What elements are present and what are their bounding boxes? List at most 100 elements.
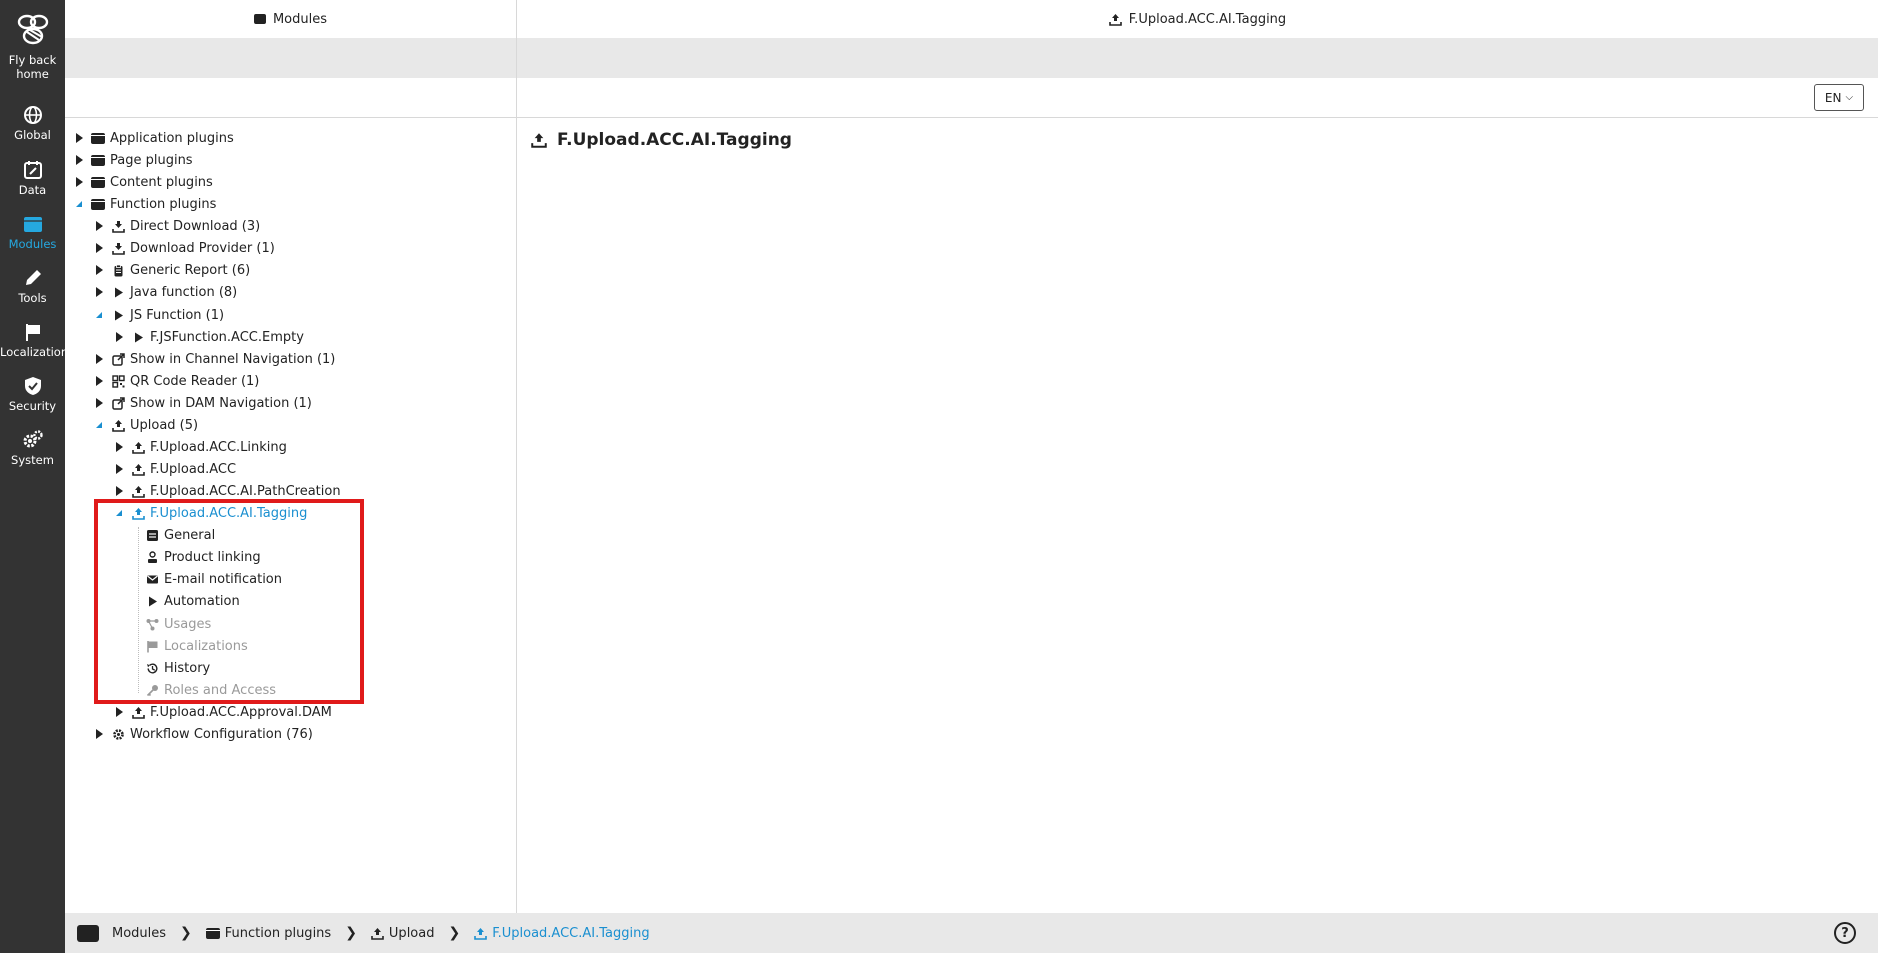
expand-toggle-icon[interactable] <box>93 242 105 254</box>
expand-toggle-icon[interactable] <box>93 375 105 387</box>
tree-node-label: Java function (8) <box>130 284 238 300</box>
expand-toggle-icon[interactable] <box>93 728 105 740</box>
expand-toggle-icon[interactable] <box>73 132 85 144</box>
expand-toggle-icon[interactable] <box>73 176 85 188</box>
form-icon <box>145 528 159 542</box>
tree-node[interactable]: Application plugins <box>73 128 234 148</box>
plugin-icon <box>91 175 105 189</box>
tree-node[interactable]: Function plugins <box>73 194 216 214</box>
rail-item-tools[interactable]: Tools <box>0 268 65 305</box>
rail-label-modules: Modules <box>8 237 57 251</box>
expand-toggle-icon[interactable] <box>113 441 125 453</box>
tree-node[interactable]: Java function (8) <box>93 282 237 302</box>
language-select[interactable]: EN ⌵ <box>1814 84 1864 111</box>
tree-node-label: F.Upload.ACC.Linking <box>150 439 287 455</box>
language-value: EN <box>1824 90 1842 105</box>
rail-label-tools: Tools <box>18 291 47 305</box>
tree-node-label: Generic Report (6) <box>130 262 251 278</box>
tree-node[interactable]: F.Upload.ACC.Linking <box>113 437 287 457</box>
expand-toggle-icon[interactable] <box>93 286 105 298</box>
modules-icon <box>253 14 266 24</box>
rail-item-modules[interactable]: Modules <box>0 214 65 251</box>
tree-node[interactable]: Localizations <box>145 636 248 656</box>
breadcrumb-label: Modules <box>112 925 167 941</box>
tree-node-label: F.Upload.ACC.AI.PathCreation <box>150 483 341 499</box>
tree-node[interactable]: Page plugins <box>73 150 193 170</box>
rail-item-global[interactable]: Global <box>0 105 65 142</box>
tree-node-label: F.Upload.ACC.AI.Tagging <box>150 505 308 521</box>
expand-toggle-icon[interactable] <box>93 264 105 276</box>
tree-node[interactable]: Show in Channel Navigation (1) <box>93 349 335 369</box>
breadcrumb-item[interactable]: Function plugins <box>205 926 331 941</box>
tree-node-label: Automation <box>164 593 240 609</box>
tree-node[interactable]: Automation <box>145 591 240 611</box>
collapse-toggle-icon[interactable] <box>93 419 105 431</box>
tree-node[interactable]: E-mail notification <box>145 569 282 589</box>
tree-node[interactable]: F.Upload.ACC.AI.Tagging <box>113 503 307 523</box>
tree-node[interactable]: History <box>145 658 210 678</box>
plugin-icon <box>205 927 220 939</box>
tree-node[interactable]: Download Provider (1) <box>93 238 275 258</box>
nav-rail: Fly back home Global Data Modules Tools <box>0 0 68 953</box>
tree-node[interactable]: QR Code Reader (1) <box>93 371 259 391</box>
tree-node[interactable]: F.Upload.ACC.Approval.DAM <box>113 702 332 722</box>
expand-toggle-icon[interactable] <box>113 706 125 718</box>
upload-icon <box>1108 13 1122 26</box>
tree-node[interactable]: Workflow Configuration (76) <box>93 724 313 744</box>
tree-node[interactable]: Roles and Access <box>145 680 276 700</box>
collapse-toggle-icon[interactable] <box>73 198 85 210</box>
help-button[interactable]: ? <box>1834 922 1856 944</box>
play-icon <box>111 308 125 322</box>
breadcrumb-label: F.Upload.ACC.AI.Tagging <box>492 925 650 941</box>
tree-node[interactable]: JS Function (1) <box>93 305 224 325</box>
tree-node-label: Application plugins <box>110 130 234 146</box>
tree-node[interactable]: Product linking <box>145 547 261 567</box>
tree-node-label: General <box>164 527 216 543</box>
tree-node[interactable]: F.JSFunction.ACC.Empty <box>113 327 304 347</box>
rail-item-localization[interactable]: Localization <box>0 322 68 359</box>
breadcrumb-item[interactable]: Upload <box>371 926 434 941</box>
detail-panel-header: F.Upload.ACC.AI.Tagging <box>517 0 1878 38</box>
expand-toggle-icon[interactable] <box>73 154 85 166</box>
breadcrumb-list: Modules ❯ Function plugins ❯ Upload ❯ F.Upload… <box>77 923 650 944</box>
detail-heading: F.Upload.ACC.AI.Tagging <box>531 130 792 150</box>
fly-back-home-button[interactable]: Fly back home <box>0 10 65 81</box>
expand-toggle-icon[interactable] <box>93 353 105 365</box>
tree-node[interactable]: General <box>145 525 215 545</box>
collapse-toggle-icon[interactable] <box>93 309 105 321</box>
tree-node[interactable]: Show in DAM Navigation (1) <box>93 393 312 413</box>
rail-item-data[interactable]: Data <box>0 160 65 197</box>
expand-toggle-icon[interactable] <box>93 397 105 409</box>
tree-node[interactable]: Usages <box>145 614 211 634</box>
gear-icon <box>111 727 125 741</box>
expand-toggle-icon[interactable] <box>113 463 125 475</box>
tree-node-label: JS Function (1) <box>130 307 225 323</box>
gears-icon <box>23 430 43 448</box>
modules-icon <box>23 217 42 232</box>
rail-label-data: Data <box>18 183 47 197</box>
plugin-icon <box>91 197 105 211</box>
help-label: ? <box>1841 925 1849 941</box>
flag-icon <box>145 639 159 653</box>
clipboard-icon <box>111 263 125 277</box>
rail-item-security[interactable]: Security <box>0 376 65 413</box>
globe-icon <box>23 106 42 124</box>
tree-node[interactable]: Content plugins <box>73 172 213 192</box>
collapse-toggle-icon[interactable] <box>113 507 125 519</box>
tree-node-label: Function plugins <box>110 196 217 212</box>
expand-toggle-icon[interactable] <box>93 220 105 232</box>
tree-node[interactable]: Upload (5) <box>93 415 198 435</box>
expand-toggle-icon[interactable] <box>113 485 125 497</box>
tree-node[interactable]: F.Upload.ACC <box>113 459 236 479</box>
breadcrumb-item[interactable]: Modules <box>77 923 166 944</box>
upload-icon <box>131 462 145 476</box>
tree-node[interactable]: Direct Download (3) <box>93 216 260 236</box>
tree-node[interactable]: Generic Report (6) <box>93 260 250 280</box>
expand-toggle-icon[interactable] <box>113 331 125 343</box>
rail-item-system[interactable]: System <box>0 430 65 467</box>
mail-icon <box>145 572 159 586</box>
tree-node[interactable]: F.Upload.ACC.AI.PathCreation <box>113 481 341 501</box>
chevron-right-icon: ❯ <box>448 925 461 941</box>
breadcrumb-item[interactable]: F.Upload.ACC.AI.Tagging <box>474 925 650 941</box>
tree-node-label: QR Code Reader (1) <box>130 373 260 389</box>
